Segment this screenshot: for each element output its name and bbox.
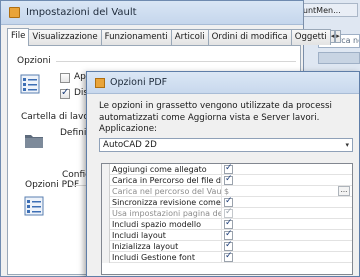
options-list-icon bbox=[20, 74, 40, 94]
grid-row-gutter bbox=[102, 186, 110, 197]
options-section-label: Opzioni bbox=[17, 56, 51, 66]
tab-oggetti[interactable]: Oggetti bbox=[290, 29, 331, 45]
grid-row: Carica in Percorso del file di origine bbox=[102, 174, 352, 186]
tab-funzionamenti[interactable]: Funzionamenti bbox=[100, 29, 172, 45]
pdf-settings-icon bbox=[24, 196, 44, 216]
grid-row-checkbox[interactable] bbox=[224, 163, 233, 174]
pdf-dialog-app-icon bbox=[95, 77, 105, 88]
pdf-options-dialog: Opzioni PDF Le opzioni in grassetto veng… bbox=[86, 71, 360, 277]
grid-row-gutter bbox=[102, 197, 110, 208]
vault-app-icon bbox=[9, 7, 20, 18]
grid-row-label: Carica in Percorso del file di origine bbox=[112, 175, 222, 186]
tab-scroll-right-button[interactable]: ▸ bbox=[335, 30, 341, 43]
application-label: Applicazione: bbox=[99, 124, 157, 134]
browse-button[interactable]: ... bbox=[338, 186, 350, 196]
grid-row-checkbox[interactable] bbox=[224, 240, 233, 251]
chevron-down-icon[interactable]: ▾ bbox=[345, 139, 349, 151]
application-select-value: AutoCAD 2D bbox=[103, 140, 157, 150]
grid-row-checkbox[interactable] bbox=[224, 174, 233, 185]
grid-row-gutter bbox=[102, 208, 110, 219]
grid-row-label: Carica nel percorso del Vault selezionat… bbox=[112, 186, 222, 197]
grid-row-checkbox[interactable] bbox=[224, 229, 233, 240]
application-select[interactable]: AutoCAD 2D ▾ bbox=[99, 138, 353, 152]
grid-row-label: Usa impostazioni pagina del disegno bbox=[112, 208, 222, 219]
grid-row-gutter bbox=[102, 175, 110, 186]
vault-title-bar[interactable]: Impostazioni del Vault bbox=[1, 1, 303, 25]
grid-row-checkbox[interactable] bbox=[224, 251, 233, 262]
option-2-checkbox[interactable] bbox=[60, 87, 70, 99]
grid-row-label: Includi layout bbox=[112, 230, 222, 241]
grid-row-gutter bbox=[102, 230, 110, 241]
background-toolbar bbox=[318, 52, 360, 64]
vault-window-title: Impostazioni del Vault bbox=[26, 7, 137, 18]
option-1-checkbox[interactable] bbox=[60, 73, 70, 83]
grid-row-label: Inizializza layout bbox=[112, 241, 222, 252]
tab-articoli[interactable]: Articoli bbox=[170, 29, 209, 45]
pdf-dialog-description: Le opzioni in grassetto vengono utilizza… bbox=[99, 101, 332, 123]
grid-row-label: Includi spazio modello bbox=[112, 219, 222, 230]
tab-file[interactable]: File bbox=[7, 28, 30, 46]
grid-row-label: Sincronizza revisione come origine bbox=[112, 197, 222, 208]
tab-ordini-di-modifica[interactable]: Ordini di modifica bbox=[207, 29, 292, 45]
pdf-dialog-title-bar[interactable]: Opzioni PDF bbox=[87, 72, 359, 94]
grid-row-gutter bbox=[102, 219, 110, 230]
grid-row-label: Includi Gestione font bbox=[112, 252, 222, 263]
folder-icon bbox=[25, 135, 43, 148]
tab-visualizzazione[interactable]: Visualizzazione bbox=[28, 29, 102, 45]
grid-row-checkbox[interactable] bbox=[224, 218, 233, 229]
grid-row-label: Aggiungi come allegato bbox=[112, 164, 222, 175]
grid-row-gutter bbox=[102, 241, 110, 252]
grid-row-checkbox[interactable] bbox=[224, 207, 233, 218]
pdf-options-grid: Aggiungi come allegato Carica in Percors… bbox=[101, 163, 353, 275]
grid-row-gutter bbox=[102, 164, 110, 175]
grid-row-checkbox[interactable] bbox=[224, 196, 233, 207]
pdf-dialog-title: Opzioni PDF bbox=[110, 77, 168, 88]
options-separator bbox=[56, 61, 296, 62]
grid-row: Includi Gestione font bbox=[102, 251, 352, 263]
vault-tab-strip: File Visualizzazione Funzionamenti Artic… bbox=[7, 28, 341, 46]
grid-row-gutter bbox=[102, 252, 110, 263]
